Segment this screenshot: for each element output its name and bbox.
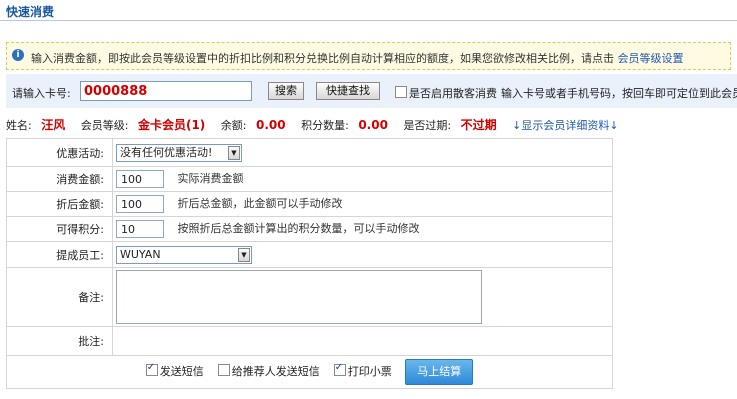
member-level: 金卡会员(1) — [137, 118, 206, 132]
guest-checkbox[interactable] — [395, 86, 407, 98]
search-button[interactable]: 搜索 — [268, 82, 304, 100]
print-checkbox[interactable] — [333, 362, 346, 376]
chevron-down-icon: ▼ — [228, 145, 240, 160]
notice-text: 输入消费金额，即按此会员等级设置中的折扣比例和积分兑换比例自动计算相应的额度，如… — [31, 50, 684, 66]
remark-label: 备注: — [6, 267, 113, 327]
expired-label: 是否过期: — [403, 119, 452, 132]
points-input[interactable]: 10 — [116, 220, 164, 238]
member-name: 汪风 — [41, 118, 66, 132]
annotation-label: 批注: — [6, 326, 113, 356]
level-settings-link[interactable]: 会员等级设置 — [618, 52, 684, 65]
points-label: 积分数量: — [301, 119, 349, 132]
staff-select[interactable]: WUYAN ▼ — [116, 245, 252, 264]
quick-find-button[interactable]: 快捷查找 — [316, 82, 380, 100]
promo-value: 没有任何优惠活动! — [120, 145, 213, 159]
show-details-link[interactable]: ↓显示会员详细资料↓ — [512, 119, 618, 132]
guest-option[interactable]: 是否启用散客消费 — [395, 85, 497, 101]
card-label: 请输入卡号: — [12, 87, 71, 100]
staff-value: WUYAN — [120, 247, 161, 261]
balance-label: 余额: — [220, 119, 247, 132]
staff-label: 提成员工: — [6, 241, 113, 268]
print-option[interactable]: 打印小票 — [333, 362, 392, 378]
search-bar: 请输入卡号: 0000888 搜索 快捷查找 是否启用散客消费 输入卡号或者手机… — [6, 74, 737, 108]
amount-hint: 实际消费金额 — [177, 172, 244, 185]
notice-bar: i 输入消费金额，即按此会员等级设置中的折扣比例和积分兑换比例自动计算相应的额度… — [6, 42, 731, 70]
checkout-button[interactable]: 马上结算 — [405, 359, 474, 385]
discount-label: 折后金额: — [6, 191, 113, 217]
ref-sms-label: 给推荐人发送短信 — [231, 365, 320, 378]
info-icon: i — [12, 49, 24, 61]
member-info: 姓名: 汪风 会员等级: 金卡会员(1) 余额: 0.00 积分数量: 0.00… — [6, 116, 625, 132]
name-label: 姓名: — [6, 119, 32, 132]
discount-hint: 折后总金额，此金额可以手动修改 — [177, 197, 343, 210]
consume-form: 优惠活动: 没有任何优惠活动! ▼ 消费金额: 100 实际消费金额 折后金额:… — [6, 138, 613, 389]
discount-input[interactable]: 100 — [116, 195, 164, 213]
send-sms-checkbox[interactable] — [145, 362, 158, 376]
action-row: 发送短信 给推荐人发送短信 打印小票 马上结算 — [6, 355, 613, 389]
notice-message: 输入消费金额，即按此会员等级设置中的折扣比例和积分兑换比例自动计算相应的额度，如… — [31, 52, 614, 65]
send-sms-label: 发送短信 — [159, 365, 204, 378]
card-number-input[interactable]: 0000888 — [80, 81, 252, 101]
amount-input[interactable]: 100 — [116, 170, 164, 188]
promo-label: 优惠活动: — [6, 138, 113, 167]
ref-sms-checkbox[interactable] — [217, 364, 230, 376]
ref-sms-option[interactable]: 给推荐人发送短信 — [217, 364, 320, 378]
page-title: 快速消费 — [6, 5, 55, 19]
remark-textarea[interactable] — [116, 270, 482, 324]
level-label: 会员等级: — [80, 119, 129, 132]
print-label: 打印小票 — [347, 365, 392, 378]
points-label-row: 可得积分: — [6, 216, 113, 242]
member-balance: 0.00 — [256, 118, 286, 132]
points-hint: 按照折后总金额计算出的积分数量，可以手动修改 — [177, 222, 420, 235]
page-header: 快速消费 — [0, 0, 737, 21]
send-sms-option[interactable]: 发送短信 — [145, 362, 204, 378]
member-points: 0.00 — [358, 118, 388, 132]
member-expired: 不过期 — [460, 118, 497, 132]
search-hint: 输入卡号或者手机号码，按回车即可定位到此会员! — [501, 87, 737, 100]
annotation-value — [112, 326, 613, 356]
amount-label: 消费金额: — [6, 166, 113, 192]
promo-select[interactable]: 没有任何优惠活动! ▼ — [116, 143, 242, 162]
guest-label: 是否启用散客消费 — [409, 87, 497, 100]
chevron-down-icon: ▼ — [238, 247, 250, 262]
